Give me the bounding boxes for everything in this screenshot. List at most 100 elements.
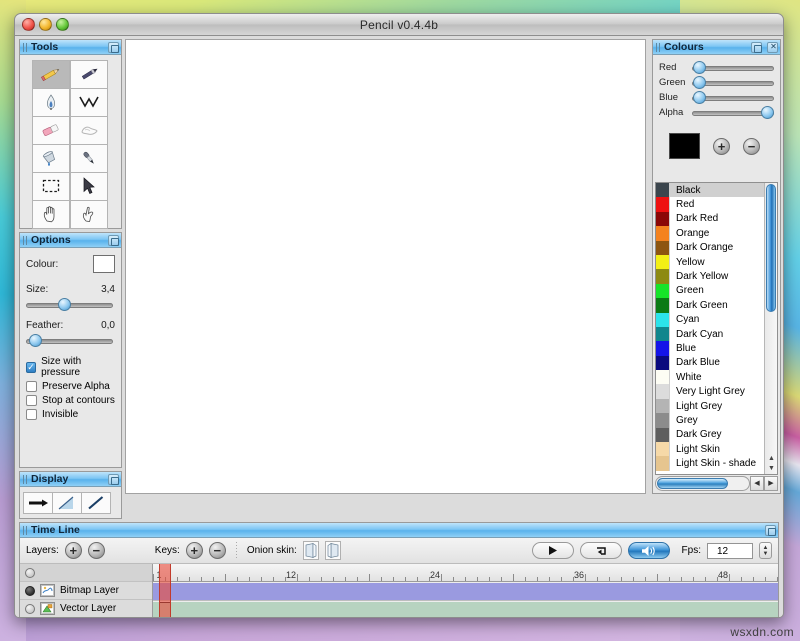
- colour-list-item[interactable]: Cyan: [656, 312, 764, 327]
- layer-row-bitmap[interactable]: Bitmap Layer: [20, 582, 152, 600]
- stop-at-contours-checkbox[interactable]: [26, 395, 37, 406]
- drag-grip-icon[interactable]: [23, 235, 28, 245]
- colour-list-item[interactable]: Grey: [656, 413, 764, 428]
- scroll-down-icon[interactable]: ▼: [767, 464, 776, 473]
- colour-list-item[interactable]: Black: [656, 183, 764, 198]
- hscroll-right-icon[interactable]: ▶: [764, 476, 778, 491]
- colour-list-item[interactable]: Dark Cyan: [656, 326, 764, 342]
- colour-list-item[interactable]: Blue: [656, 341, 764, 356]
- colour-list-horizontal-scrollbar[interactable]: ◀ ▶: [655, 476, 778, 491]
- minimize-window-button[interactable]: [39, 18, 52, 31]
- add-colour-button[interactable]: +: [713, 137, 730, 155]
- maximize-window-button[interactable]: [56, 18, 69, 31]
- window-controls[interactable]: [22, 18, 69, 31]
- tool-hand[interactable]: [32, 199, 70, 229]
- fps-input[interactable]: 12: [707, 542, 753, 559]
- remove-layer-button[interactable]: −: [87, 542, 105, 559]
- slider-knob[interactable]: [761, 106, 774, 119]
- display-palette-header[interactable]: Display: [20, 472, 121, 487]
- colour-list-item[interactable]: Light Grey: [656, 398, 764, 414]
- add-key-button[interactable]: +: [185, 542, 203, 559]
- tool-pen[interactable]: [32, 87, 70, 117]
- vector-layer-visibility-toggle[interactable]: [25, 603, 35, 614]
- colour-slider-red[interactable]: Red: [659, 61, 774, 74]
- visibility-toggle-icon[interactable]: [25, 567, 35, 578]
- options-palette-collapse-button[interactable]: [108, 234, 119, 246]
- drag-grip-icon[interactable]: [23, 42, 28, 52]
- colour-list-item[interactable]: White: [656, 370, 764, 385]
- stepper-down-icon[interactable]: ▼: [763, 551, 769, 557]
- hscroll-track[interactable]: [655, 476, 750, 491]
- colour-slider-track-wrap[interactable]: [692, 76, 774, 89]
- timeline-tracks[interactable]: 112243648 ◀ ▶: [153, 564, 778, 617]
- colour-list-item[interactable]: Very Light Grey: [656, 384, 764, 399]
- add-layer-button[interactable]: +: [64, 542, 82, 559]
- current-colour-swatch[interactable]: [669, 133, 700, 159]
- colour-list-item[interactable]: Orange: [656, 226, 764, 241]
- slider-knob[interactable]: [693, 61, 707, 74]
- colour-slider-blue[interactable]: Blue: [659, 91, 774, 104]
- hscroll-left-icon[interactable]: ◀: [750, 476, 764, 491]
- timeline-ruler[interactable]: 112243648: [153, 564, 778, 582]
- tool-eyedropper[interactable]: [70, 143, 108, 173]
- feather-slider[interactable]: [26, 334, 115, 347]
- thick-line-button[interactable]: [23, 492, 53, 514]
- drag-grip-icon[interactable]: [656, 42, 661, 52]
- drawing-canvas[interactable]: [125, 39, 646, 494]
- colour-list-item[interactable]: Dark Orange: [656, 240, 764, 255]
- colour-list-item[interactable]: Dark Blue: [656, 355, 764, 371]
- tool-smudge[interactable]: [70, 115, 108, 145]
- tool-select[interactable]: [32, 171, 70, 201]
- tool-eraser[interactable]: [32, 115, 70, 145]
- antialias-button[interactable]: [52, 492, 82, 514]
- feather-slider-knob[interactable]: [28, 334, 42, 347]
- colour-slider-alpha[interactable]: Alpha: [659, 106, 774, 119]
- tool-finger-smudge[interactable]: [70, 199, 108, 229]
- size-slider[interactable]: [26, 298, 115, 311]
- colour-list-item[interactable]: Light Skin - shade: [656, 456, 764, 471]
- tool-polyline[interactable]: [70, 87, 108, 117]
- tool-pencil[interactable]: [32, 59, 70, 89]
- colour-list-item[interactable]: Green: [656, 283, 764, 299]
- colour-slider-track-wrap[interactable]: [692, 106, 774, 119]
- colour-list-item[interactable]: Red: [656, 197, 764, 212]
- checkbox-stop-at-contours[interactable]: Stop at contours: [26, 395, 115, 406]
- stroke-button[interactable]: [81, 492, 111, 514]
- colours-palette-header[interactable]: Colours: [653, 40, 780, 55]
- colour-slider-green[interactable]: Green: [659, 76, 774, 89]
- colour-list-item[interactable]: Dark Yellow: [656, 269, 764, 284]
- remove-key-button[interactable]: −: [208, 542, 226, 559]
- colour-list-vertical-scrollbar[interactable]: ▲ ▼: [764, 183, 777, 474]
- play-button[interactable]: [531, 542, 574, 559]
- hscroll-thumb[interactable]: [657, 478, 728, 489]
- preserve-alpha-checkbox[interactable]: [26, 381, 37, 392]
- timeline-palette-collapse-button[interactable]: [765, 524, 776, 536]
- timeline-palette-header[interactable]: Time Line: [20, 523, 778, 538]
- size-slider-knob[interactable]: [58, 298, 72, 311]
- tool-brush[interactable]: [70, 59, 108, 89]
- size-with-pressure-checkbox[interactable]: [26, 361, 37, 373]
- colour-list-item[interactable]: Yellow: [656, 254, 764, 270]
- colour-slider-track-wrap[interactable]: [692, 91, 774, 104]
- tools-palette-header[interactable]: Tools: [20, 40, 121, 55]
- colour-list-item[interactable]: Dark Grey: [656, 427, 764, 443]
- colours-palette-close-button[interactable]: [767, 41, 779, 53]
- loop-button[interactable]: [579, 542, 622, 559]
- colour-slider-track-wrap[interactable]: [692, 61, 774, 74]
- fps-stepper[interactable]: ▲ ▼: [759, 542, 772, 559]
- checkbox-size-with-pressure[interactable]: Size with pressure: [26, 356, 115, 378]
- drag-grip-icon[interactable]: [23, 525, 28, 535]
- tool-bucket[interactable]: [32, 143, 70, 173]
- window-titlebar[interactable]: Pencil v0.4.4b: [15, 14, 783, 36]
- remove-colour-button[interactable]: −: [743, 137, 760, 155]
- colour-list-item[interactable]: Dark Green: [656, 298, 764, 313]
- scroll-up-icon[interactable]: ▲: [767, 454, 776, 463]
- checkbox-preserve-alpha[interactable]: Preserve Alpha: [26, 381, 115, 392]
- slider-knob[interactable]: [693, 91, 707, 104]
- close-window-button[interactable]: [22, 18, 35, 31]
- tools-palette-collapse-button[interactable]: [108, 41, 119, 53]
- layer-row-vector[interactable]: Vector Layer: [20, 600, 152, 617]
- checkbox-invisible[interactable]: Invisible: [26, 409, 115, 420]
- sound-button[interactable]: [627, 542, 670, 559]
- playhead[interactable]: [159, 564, 171, 617]
